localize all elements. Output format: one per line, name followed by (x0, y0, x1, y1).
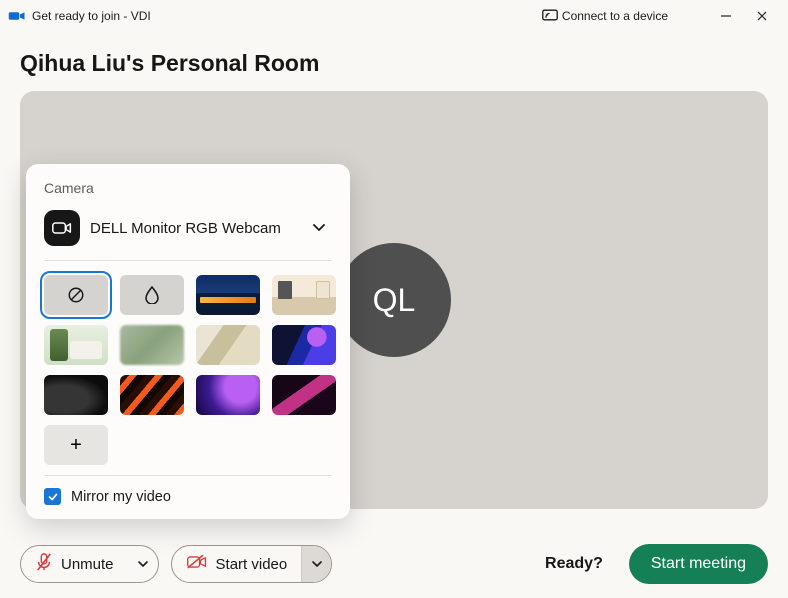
background-image-10[interactable] (272, 375, 336, 415)
chevron-down-icon (137, 560, 149, 568)
bottom-bar: Unmute Start video Ready? Start meeting (0, 530, 788, 598)
background-image-1[interactable] (196, 275, 260, 315)
background-add[interactable]: + (44, 425, 108, 465)
unmute-button[interactable]: Unmute (20, 545, 159, 583)
background-none[interactable] (44, 275, 108, 315)
mirror-checkbox[interactable] (44, 488, 61, 505)
window-close-button[interactable] (744, 2, 780, 30)
connect-device-label: Connect to a device (562, 9, 668, 23)
page-title: Qihua Liu's Personal Room (0, 32, 788, 91)
chevron-down-icon[interactable] (306, 215, 332, 241)
camera-icon (44, 210, 80, 246)
plus-icon: + (70, 434, 82, 457)
mic-off-icon (35, 552, 53, 576)
check-icon (47, 491, 59, 503)
video-options[interactable] (301, 546, 331, 582)
app-icon (8, 9, 26, 23)
camera-selector[interactable]: DELL Monitor RGB Webcam (44, 210, 332, 261)
camera-name: DELL Monitor RGB Webcam (90, 220, 296, 237)
unmute-options[interactable] (128, 546, 158, 582)
cast-icon (542, 9, 558, 24)
avatar: QL (337, 243, 451, 357)
background-image-9[interactable] (196, 375, 260, 415)
background-image-3[interactable] (44, 325, 108, 365)
background-image-5[interactable] (196, 325, 260, 365)
mirror-label: Mirror my video (71, 489, 171, 505)
background-image-2[interactable] (272, 275, 336, 315)
camera-section-label: Camera (44, 180, 332, 196)
none-icon (67, 286, 85, 304)
start-video-button[interactable]: Start video (171, 545, 333, 583)
unmute-label: Unmute (61, 556, 114, 573)
start-video-label: Start video (216, 556, 288, 573)
avatar-initials: QL (373, 282, 416, 319)
start-meeting-button[interactable]: Start meeting (629, 544, 768, 584)
window-title: Get ready to join - VDI (32, 9, 151, 23)
chevron-down-icon (311, 560, 323, 568)
background-grid: + (44, 261, 332, 475)
video-off-icon (186, 554, 208, 574)
background-image-7[interactable] (44, 375, 108, 415)
title-bar: Get ready to join - VDI Connect to a dev… (0, 0, 788, 32)
ready-label: Ready? (545, 555, 603, 573)
background-image-6[interactable] (272, 325, 336, 365)
background-image-4[interactable] (120, 325, 184, 365)
connect-device-button[interactable]: Connect to a device (542, 9, 668, 24)
camera-settings-panel: Camera DELL Monitor RGB Webcam (26, 164, 350, 519)
mirror-video-row[interactable]: Mirror my video (44, 475, 332, 505)
background-blur[interactable] (120, 275, 184, 315)
blur-icon (145, 286, 159, 304)
window-minimize-button[interactable] (708, 2, 744, 30)
background-image-8[interactable] (120, 375, 184, 415)
